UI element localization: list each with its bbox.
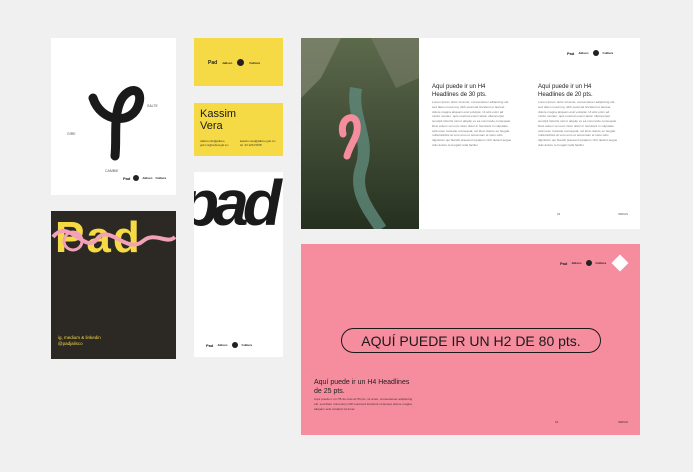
logo-label-salte: SALTE [147,104,158,108]
brand-row: Pad Jalisco Cultura [567,50,613,56]
jalisco-seal-icon [231,342,238,348]
rotated-badge-icon [611,254,629,272]
logo-label-cambie: CAMBIE [105,169,119,173]
brand-jalisco: Jalisco [217,343,228,347]
brand-cultura: Cultura [155,176,167,180]
column2-title: Aquí puede ir un H4 Headlines de 20 pts. [538,84,593,98]
brand-row: Pad Jalisco Cultura [208,59,260,66]
brand-cultura: Cultura [241,343,253,347]
pink-body: Aquí puede ir un H5 de más al H3 pts, si… [314,397,413,411]
page-number-left: 01 [557,212,561,217]
brand-cultura: Cultura [595,261,607,265]
logo-card: SALTE GIRE CAMBIE Pad Jalisco Cultura [51,38,176,195]
spread-photo-page [301,38,419,229]
brand-row: Pad Jalisco Cultura [123,175,166,181]
card-holder-name: Kassim Vera [200,108,236,132]
brand-jalisco: Jalisco [222,60,233,65]
pad-wordmark: pad [194,172,282,239]
brand-jalisco: Jalisco [578,51,589,55]
column1-body: Lorem ipsum dolor sit amet, consectetuer… [432,100,512,148]
poster-card: Pad ig, medium & linkedin @padjalisco [51,211,176,359]
brand-pad: Pad [208,59,218,66]
jalisco-seal-icon [585,260,592,266]
name-last: Vera [200,120,223,132]
canyon-photo [301,38,419,229]
brand-pad: Pad [567,50,575,56]
page-number-right: INDIAS [617,212,628,217]
name-first: Kassim [200,108,237,120]
wordmark-card: pad Pad Jalisco Cultura [194,172,283,357]
brand-jalisco: Jalisco [142,176,153,180]
brand-cultura: Cultura [602,51,614,55]
h2-pill: AQUÍ PUEDE IR UN H2 DE 80 pts. [341,328,601,353]
column2-body: Lorem ipsum dolor sit amet, consectetuer… [538,100,618,148]
brand-row: Pad Jalisco Cultura [559,254,629,272]
pink-layout-card: Pad Jalisco Cultura AQUÍ PUEDE IR UN H2 … [301,244,640,435]
card-info-left: Jalisco.info@jalisco. gob.mx@cultura.jal… [200,139,229,147]
pink-h4: Aquí puede ir un H4 Headlines de 25 pts. [314,379,410,395]
spread-text-page: Pad Jalisco Cultura Aquí puede ir un H4 … [419,38,640,229]
logo-label-gire: GIRE [67,132,76,136]
brand-pad: Pad [559,260,568,266]
column1-title: Aquí puede ir un H4 Headlines de 30 pts. [432,84,487,98]
jalisco-seal-icon [592,50,599,56]
brand-jalisco: Jalisco [571,261,582,265]
poster-social-handle: @padjalisco [58,341,83,346]
business-card-front: Pad Jalisco Cultura [194,38,283,86]
business-card-back: Kassim Vera Jalisco.info@jalisco. gob.mx… [194,103,283,156]
h2-headline: AQUÍ PUEDE IR UN H2 DE 80 pts. [361,332,581,349]
jalisco-seal-icon [237,59,245,66]
brand-pad: Pad [206,342,214,348]
card-info-right: kassim.vera@jalisco.gob.mx tel. 33 1234 … [240,139,276,147]
brand-cultura: Cultura [249,60,260,65]
page-number-left: 01 [555,420,559,425]
page-number-right: INDIAS [617,420,628,425]
brand-row: Pad Jalisco Cultura [206,342,252,348]
brand-pad: Pad [122,175,131,181]
pink-ribbon-graphic [51,229,176,252]
jalisco-seal-icon [133,175,140,181]
poster-social: ig, medium & linkedin @padjalisco [58,335,101,347]
